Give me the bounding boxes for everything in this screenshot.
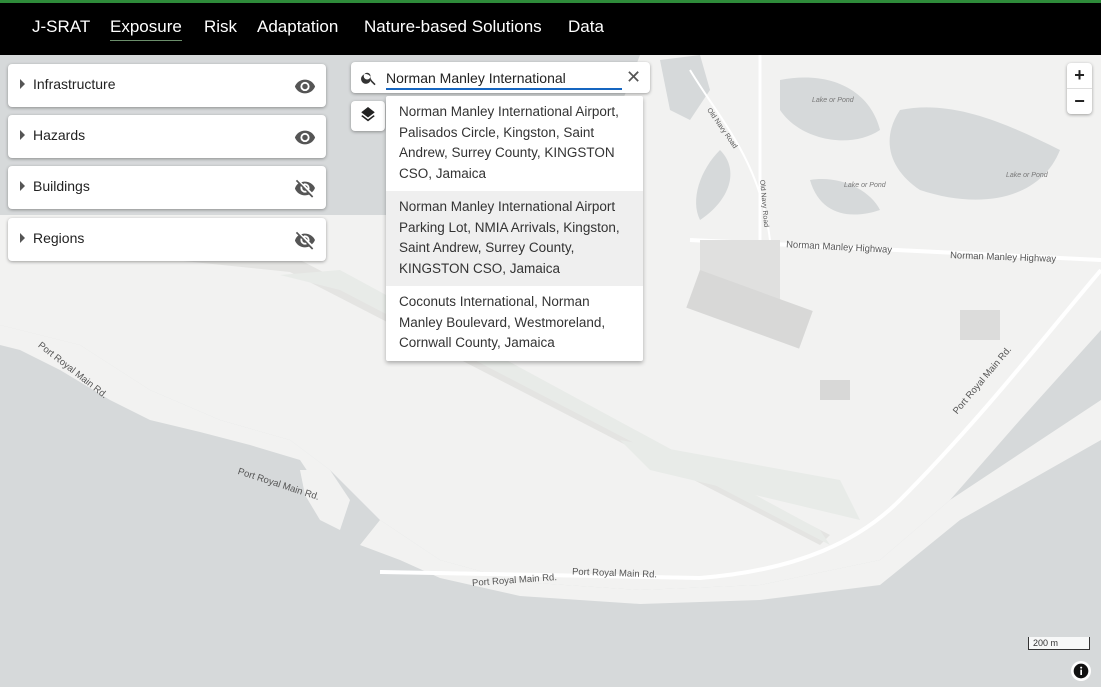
nav-nature-based-solutions[interactable]: Nature-based Solutions: [364, 17, 542, 37]
zoom-in-button[interactable]: +: [1067, 63, 1092, 88]
layer-panel-buildings[interactable]: Buildings: [8, 166, 326, 209]
zoom-out-button[interactable]: −: [1067, 89, 1092, 114]
search-input[interactable]: [386, 68, 622, 90]
search-icon: [361, 72, 376, 86]
layers-icon: [361, 107, 375, 122]
layer-label: Infrastructure: [33, 76, 116, 92]
search-result-item[interactable]: Norman Manley International Airport, Pal…: [386, 96, 643, 191]
map-label-lake: Lake or Pond: [844, 182, 886, 189]
eye-icon[interactable]: [294, 126, 316, 148]
scale-bar: 200 m: [1028, 637, 1090, 650]
clear-search-button[interactable]: ✕: [626, 68, 641, 86]
expand-caret-icon[interactable]: [20, 79, 25, 89]
eye-icon[interactable]: [294, 75, 316, 97]
expand-caret-icon[interactable]: [20, 233, 25, 243]
info-button[interactable]: [1071, 661, 1091, 681]
eye-off-icon[interactable]: [294, 229, 316, 251]
search-result-item[interactable]: Norman Manley International Airport Park…: [386, 191, 643, 286]
map-label-lake: Lake or Pond: [812, 97, 854, 104]
search-result-item[interactable]: Coconuts International, Norman Manley Bo…: [386, 286, 643, 361]
layers-button[interactable]: [351, 101, 385, 131]
nav-adaptation[interactable]: Adaptation: [257, 17, 338, 37]
map-label-lake: Lake or Pond: [1006, 172, 1048, 179]
layer-label: Buildings: [33, 178, 90, 194]
search-results-dropdown: Norman Manley International Airport, Pal…: [386, 96, 643, 361]
layer-label: Hazards: [33, 127, 86, 143]
nav-exposure[interactable]: Exposure: [110, 17, 182, 41]
layer-panel-hazards[interactable]: Hazards: [8, 115, 326, 158]
expand-caret-icon[interactable]: [20, 130, 25, 140]
zoom-controls: + −: [1067, 63, 1092, 114]
search-box: ✕: [351, 62, 650, 93]
brand-link[interactable]: J-SRAT: [32, 17, 90, 37]
layer-panel-infrastructure[interactable]: Infrastructure: [8, 64, 326, 107]
expand-caret-icon[interactable]: [20, 181, 25, 191]
nav-data[interactable]: Data: [568, 17, 604, 37]
eye-off-icon[interactable]: [294, 177, 316, 199]
layer-panel-regions[interactable]: Regions: [8, 218, 326, 261]
nav-risk[interactable]: Risk: [204, 17, 237, 37]
info-icon: [1073, 663, 1089, 679]
top-nav-bar: J-SRAT Exposure Risk Adaptation Nature-b…: [0, 0, 1101, 55]
layer-label: Regions: [33, 230, 85, 246]
